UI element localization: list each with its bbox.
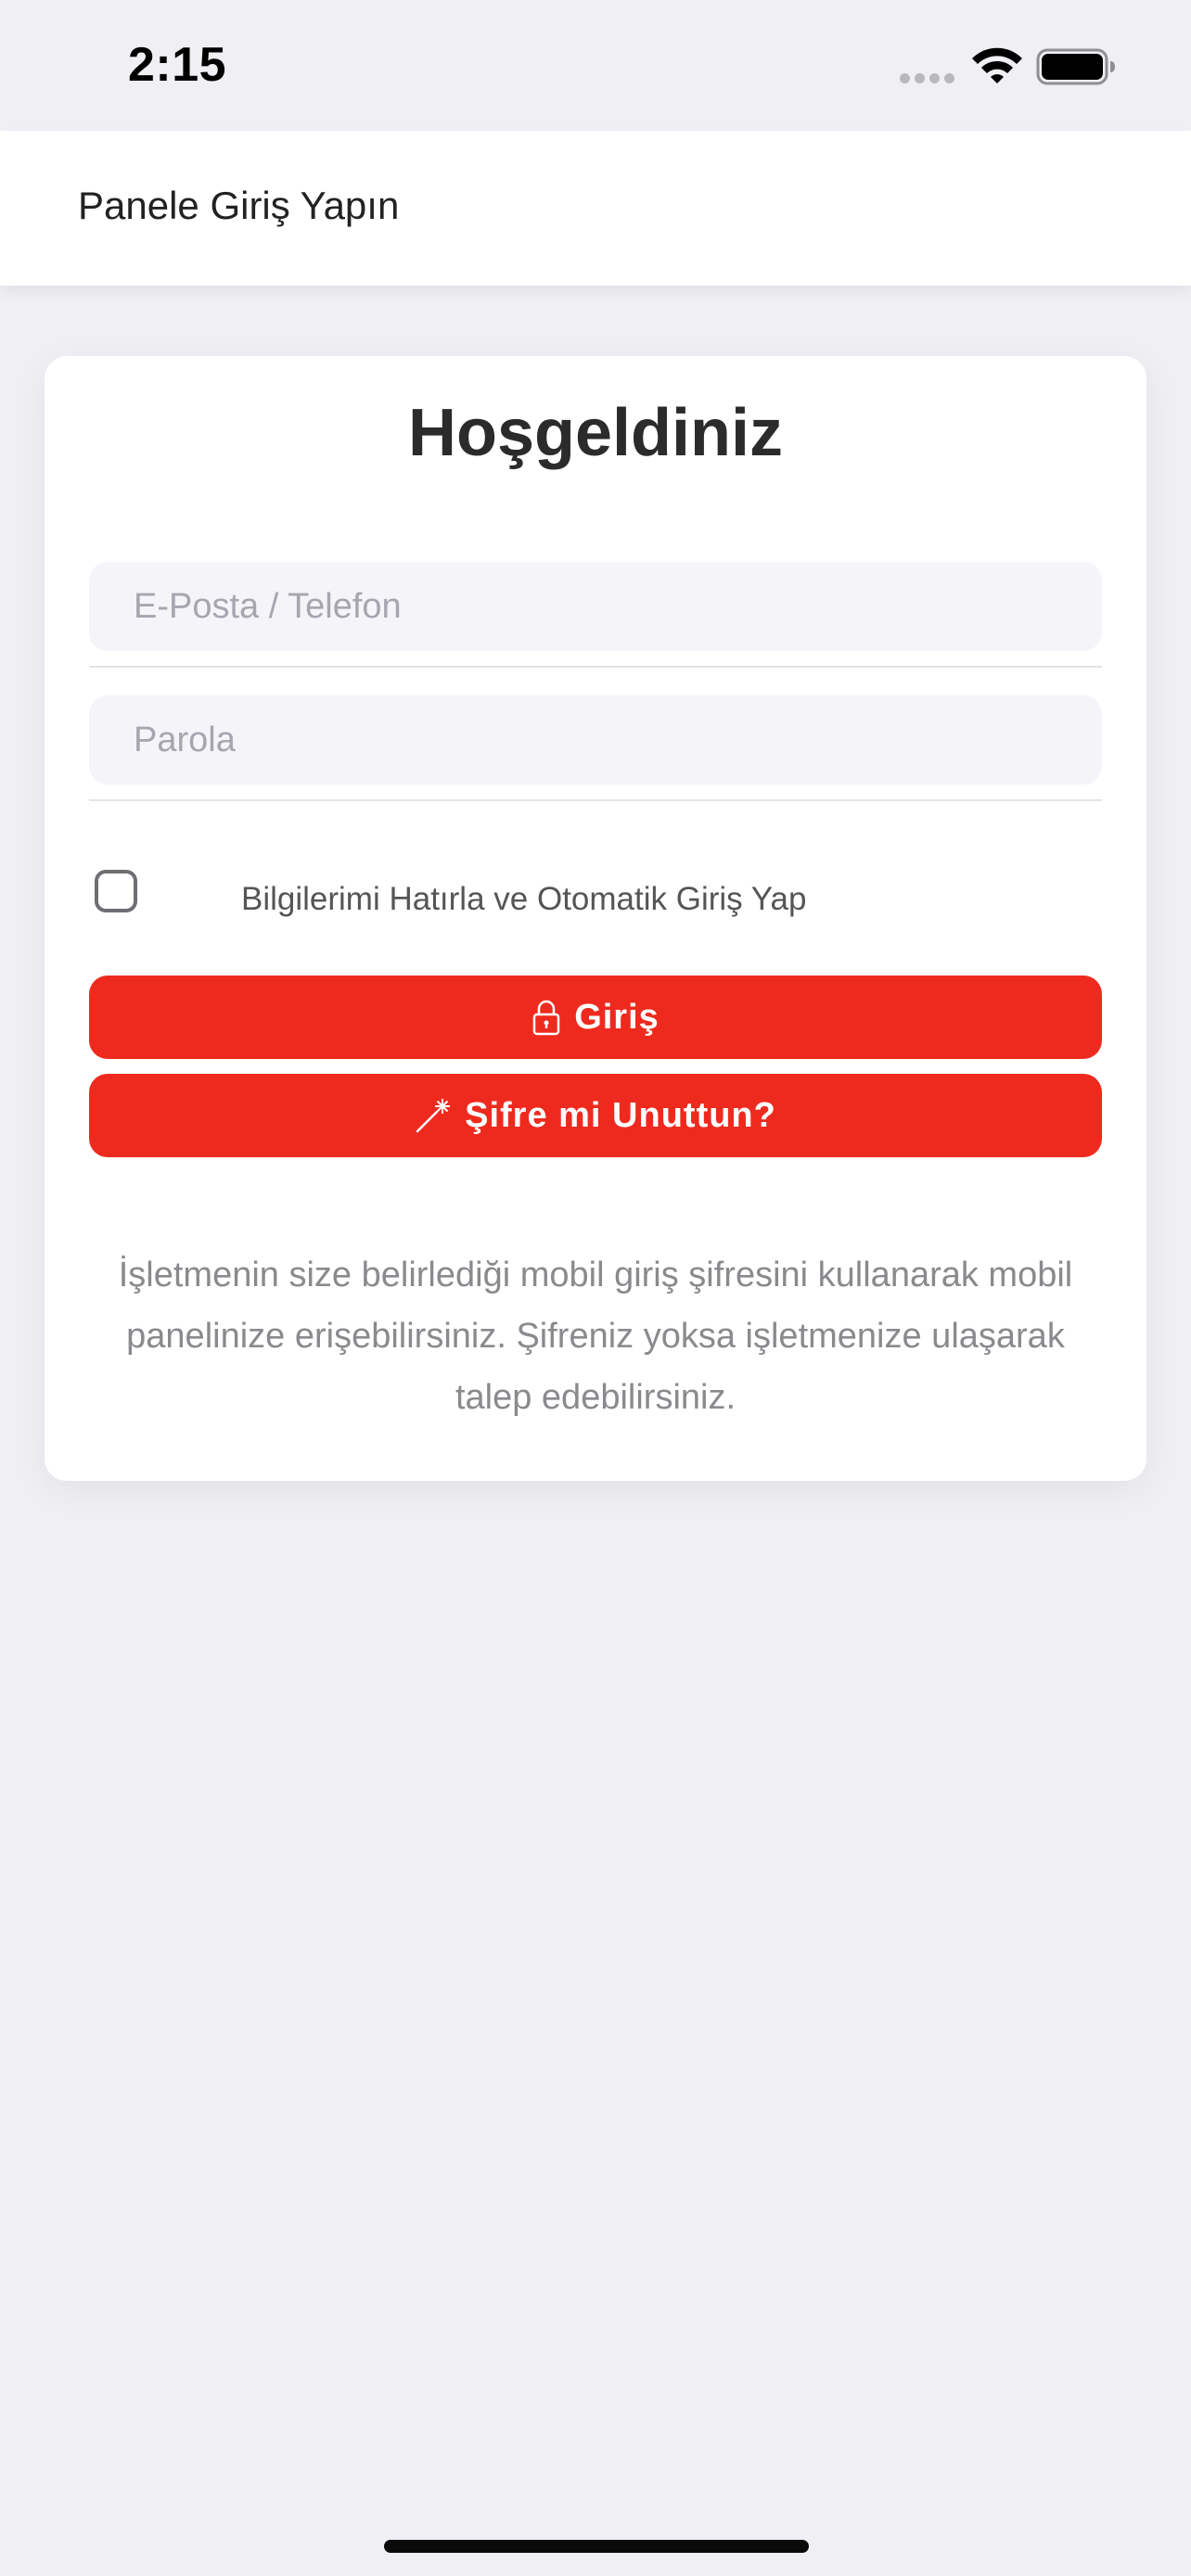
lock-icon (532, 1000, 560, 1036)
home-indicator (384, 2540, 809, 2553)
signal-dots-icon (900, 73, 954, 83)
header-title: Panele Giriş Yapın (78, 184, 400, 227)
welcome-title: Hoşgeldiniz (407, 396, 783, 470)
wifi-icon (972, 47, 1022, 83)
info-text: İşletmenin size belirlediği mobil giriş … (118, 1256, 1073, 1417)
login-card: Hoşgeldiniz Bilgilerimi Hatırla ve Otoma… (45, 356, 1146, 1481)
app-header: Panele Giriş Yapın (0, 131, 1191, 286)
forgot-password-button[interactable]: Şifre mi Unuttun? (89, 1074, 1102, 1157)
remember-me-row[interactable]: Bilgilerimi Hatırla ve Otomatik Giriş Ya… (95, 868, 1096, 942)
forgot-password-label: Şifre mi Unuttun? (465, 1095, 776, 1135)
remember-me-checkbox[interactable] (95, 870, 137, 912)
email-phone-input[interactable] (89, 562, 1102, 651)
battery-icon (1036, 48, 1115, 85)
email-field-wrapper (89, 562, 1102, 668)
login-button-label: Giriş (574, 997, 660, 1037)
magic-wand-icon (416, 1099, 451, 1133)
status-time: 2:15 (128, 38, 227, 92)
password-input[interactable] (89, 695, 1102, 784)
status-bar: 2:15 (0, 0, 1191, 131)
remember-me-label: Bilgilerimi Hatırla ve Otomatik Giriş Ya… (241, 881, 807, 917)
password-field-wrapper (89, 695, 1102, 801)
login-button[interactable]: Giriş (89, 976, 1102, 1059)
